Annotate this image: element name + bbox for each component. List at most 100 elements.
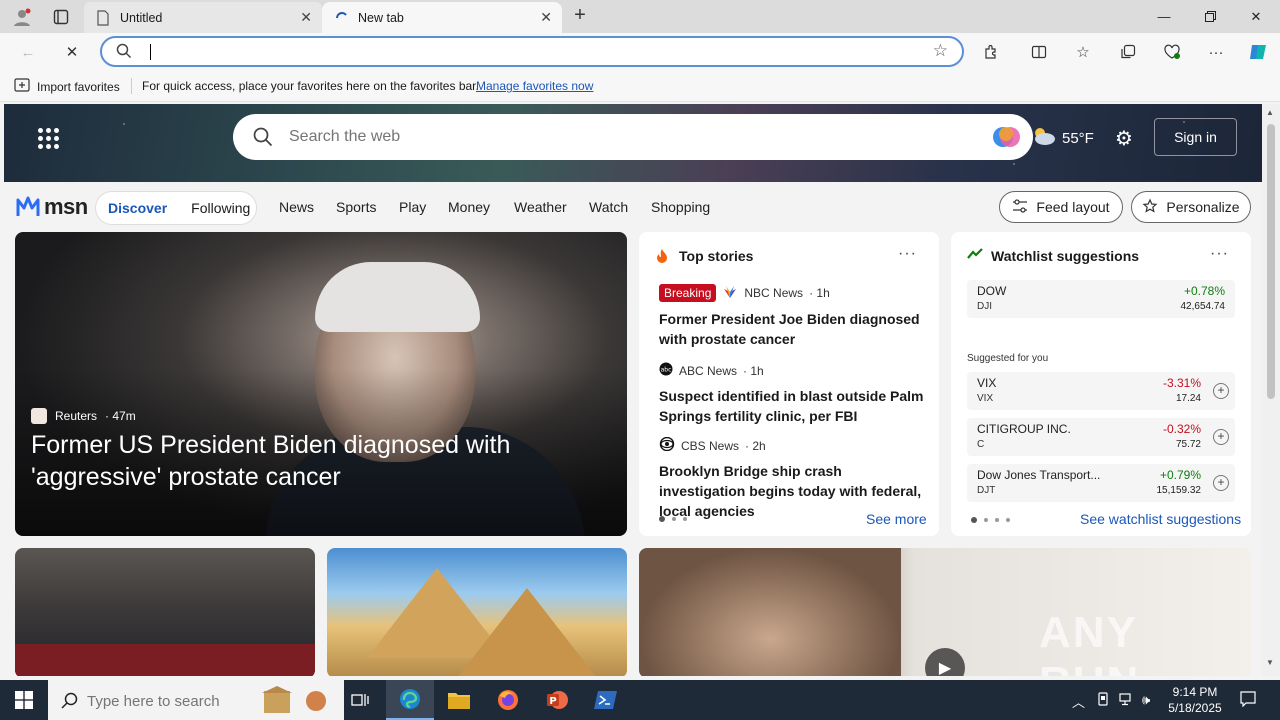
extensions-icon[interactable] <box>977 38 1005 66</box>
device-icon[interactable] <box>1096 692 1110 709</box>
quote-name: VIX <box>977 376 997 390</box>
story-headline[interactable]: Former President Joe Biden diagnosed wit… <box>659 309 929 349</box>
reuters-logo-icon <box>31 408 47 424</box>
add-to-watchlist-icon[interactable]: + <box>1213 475 1229 491</box>
feed-layout-button[interactable]: Feed layout <box>999 191 1123 223</box>
more-options-icon[interactable]: ··· <box>898 245 917 263</box>
sign-in-button[interactable]: Sign in <box>1154 118 1237 156</box>
more-options-icon[interactable]: ··· <box>1210 245 1229 263</box>
more-menu-icon[interactable]: ··· <box>1202 38 1230 66</box>
cbs-eye-logo-icon <box>659 436 675 454</box>
nav-sports[interactable]: Sports <box>336 199 376 215</box>
web-search-input[interactable] <box>289 126 889 148</box>
see-more-link[interactable]: See more <box>866 511 927 527</box>
tab-actions-icon[interactable] <box>50 6 72 28</box>
see-watchlist-link[interactable]: See watchlist suggestions <box>1080 511 1241 527</box>
settings-gear-icon[interactable]: ⚙ <box>1115 126 1133 151</box>
quote-row[interactable]: DOW DJI +0.78% 42,654.74 <box>967 280 1235 318</box>
add-to-watchlist-icon[interactable]: + <box>1213 383 1229 399</box>
notification-center-icon[interactable] <box>1240 691 1256 710</box>
quote-price: 75.72 <box>1175 439 1201 450</box>
nav-shopping[interactable]: Shopping <box>651 199 710 215</box>
tab-untitled[interactable]: Untitled ✕ <box>84 2 322 33</box>
carousel-dots[interactable] <box>659 516 687 522</box>
weather-widget[interactable]: 55°F <box>1030 126 1094 150</box>
nav-weather[interactable]: Weather <box>514 199 567 215</box>
tab-following[interactable]: Following <box>179 200 262 216</box>
story-age: · 2h <box>745 438 766 453</box>
address-input[interactable] <box>146 42 906 62</box>
split-screen-icon[interactable] <box>1025 38 1053 66</box>
favorites-icon[interactable]: ☆ <box>1069 38 1097 66</box>
system-clock[interactable]: 9:14 PM 5/18/2025 <box>1163 684 1227 716</box>
powerpoint-icon[interactable]: P <box>533 680 581 720</box>
close-tab-icon[interactable]: ✕ <box>300 9 312 26</box>
personalize-button[interactable]: Personalize <box>1131 191 1251 223</box>
add-to-watchlist-icon[interactable]: + <box>1213 429 1229 445</box>
quote-symbol: C <box>977 439 985 450</box>
copilot-icon[interactable] <box>1244 38 1272 66</box>
import-favorites-button[interactable]: Import favorites <box>14 78 120 95</box>
nav-watch[interactable]: Watch <box>589 199 628 215</box>
minimize-button[interactable]: — <box>1141 0 1187 33</box>
back-button[interactable]: ← <box>14 38 42 66</box>
tab-title: Untitled <box>120 10 163 25</box>
copilot-search-icon[interactable] <box>991 122 1021 155</box>
star-sparkle-icon <box>1142 198 1158 217</box>
feed-layout-label: Feed layout <box>1036 199 1110 215</box>
nav-play[interactable]: Play <box>399 199 426 215</box>
manage-favorites-link[interactable]: Manage favorites now <box>476 79 593 93</box>
quote-row[interactable]: CITIGROUP INC. C -0.32% 75.72 + <box>967 418 1235 456</box>
page-scrollbar[interactable]: ▲ ▼ <box>1262 104 1280 676</box>
volume-icon[interactable]: 🕪 <box>1142 692 1150 708</box>
address-bar[interactable]: ☆ <box>100 36 964 67</box>
web-search-box[interactable] <box>233 114 1033 160</box>
msn-page: 55°F ⚙ Sign in msn Discover Following Ne… <box>4 104 1262 676</box>
browser-essentials-icon[interactable] <box>1158 38 1186 66</box>
search-highlight-icon[interactable] <box>258 685 330 718</box>
nav-news[interactable]: News <box>279 199 314 215</box>
tab-new-tab[interactable]: New tab ✕ <box>322 2 562 33</box>
apps-launcher-icon[interactable] <box>38 128 59 149</box>
scroll-down-arrow[interactable]: ▼ <box>1266 658 1274 667</box>
news-tile-image[interactable] <box>327 548 627 676</box>
news-tile-image[interactable] <box>15 548 315 676</box>
video-tile[interactable]: ▶ ANY RUN <box>639 548 1251 676</box>
collections-icon[interactable] <box>1114 38 1142 66</box>
close-window-button[interactable]: ✕ <box>1233 0 1279 33</box>
start-button[interactable] <box>0 680 48 720</box>
powershell-icon[interactable] <box>582 680 630 720</box>
file-explorer-icon[interactable] <box>435 680 483 720</box>
quote-row[interactable]: VIX VIX -3.31% 17.24 + <box>967 372 1235 410</box>
stop-loading-button[interactable]: ✕ <box>58 38 86 66</box>
scroll-thumb[interactable] <box>1267 124 1275 399</box>
quote-name: CITIGROUP INC. <box>977 422 1071 436</box>
quote-change: -3.31% <box>1162 376 1201 390</box>
show-hidden-icons[interactable]: ︿ <box>1072 692 1085 711</box>
nav-money[interactable]: Money <box>448 199 490 215</box>
favorite-star-icon[interactable]: ☆ <box>933 41 948 61</box>
hero-story-card[interactable]: Reuters · 47m Former US President Biden … <box>15 232 627 536</box>
carousel-dots[interactable] <box>971 517 1010 523</box>
network-icon[interactable] <box>1119 692 1135 709</box>
pyramid-shape <box>457 588 597 676</box>
new-tab-button[interactable]: + <box>569 5 591 27</box>
scroll-up-arrow[interactable]: ▲ <box>1266 108 1274 117</box>
play-video-icon[interactable]: ▶ <box>925 648 965 676</box>
close-tab-icon[interactable]: ✕ <box>540 9 552 26</box>
story-item[interactable]: CBS News · 2h Brooklyn Bridge ship crash… <box>659 436 929 521</box>
firefox-icon[interactable] <box>484 680 532 720</box>
taskbar-search-input[interactable] <box>87 691 257 711</box>
story-headline[interactable]: Suspect identified in blast outside Palm… <box>659 386 929 426</box>
task-view-icon[interactable] <box>336 680 384 720</box>
hero-headline[interactable]: Former US President Biden diagnosed with… <box>31 429 591 493</box>
quote-row[interactable]: Dow Jones Transport... DJT +0.79% 15,159… <box>967 464 1235 502</box>
restore-button[interactable] <box>1187 0 1233 33</box>
taskbar-search[interactable] <box>48 680 344 720</box>
tab-discover[interactable]: Discover <box>96 200 179 216</box>
msn-logo[interactable]: msn <box>16 194 88 220</box>
profile-icon[interactable] <box>11 6 33 28</box>
story-item[interactable]: Breaking NBC News · 1h Former President … <box>659 284 929 349</box>
story-item[interactable]: abc ABC News · 1h Suspect identified in … <box>659 362 929 426</box>
edge-taskbar-icon[interactable] <box>386 680 434 720</box>
